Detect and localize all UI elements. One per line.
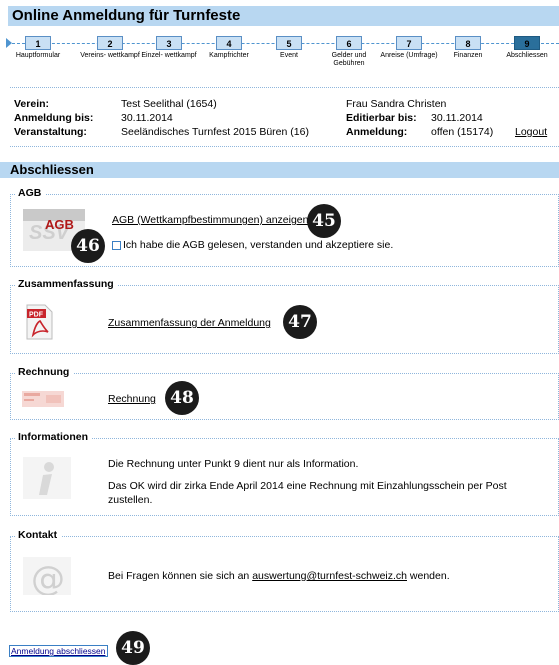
wizard-step-number: 4 <box>216 36 242 50</box>
verein-value: Test Seelithal (1654) <box>121 98 217 110</box>
agb-accept-checkbox[interactable] <box>112 241 121 250</box>
wizard-step-1[interactable]: 1 Hauptformular <box>8 36 68 60</box>
wizard-step-label: Abschliessen <box>506 52 548 59</box>
anmeldung-abschliessen-button[interactable]: Anmeldung abschliessen <box>9 645 108 657</box>
editierbar-label: Editierbar bis: <box>346 112 417 124</box>
wizard-step-label: Hauptformular <box>15 52 61 59</box>
info-line-3: zustellen. <box>108 494 153 506</box>
editierbar-value: 30.11.2014 <box>431 112 483 124</box>
page-title: Online Anmeldung für Turnfeste <box>8 6 559 26</box>
pdf-icon-text: PDF <box>29 312 44 319</box>
wizard-step-9[interactable]: 9 Abschliessen <box>497 36 557 60</box>
kontakt-email-link[interactable]: auswertung@turnfest-schweiz.ch <box>252 570 407 582</box>
callout-badge: 49 <box>116 631 150 665</box>
anmeldung-bis-value: 30.11.2014 <box>121 112 173 124</box>
verein-label: Verein: <box>14 98 50 110</box>
wizard-step-number: 1 <box>25 36 51 50</box>
rechnung-link[interactable]: Rechnung <box>108 393 156 405</box>
wizard-step-label: Kampfrichter <box>209 52 249 59</box>
wizard-step-label: Event <box>280 52 298 59</box>
agb-icon-text: AGB <box>45 217 74 232</box>
rechnung-group: Rechnung Rechnung <box>10 366 559 420</box>
wizard-step-7[interactable]: 7 Anreise (Umfrage) <box>379 36 439 60</box>
kontakt-text-before: Bei Fragen können sie sich an <box>108 570 250 582</box>
agb-accept-label: Ich habe die AGB gelesen, verstanden und… <box>123 239 394 251</box>
wizard-step-label: Gelder und Gebühren <box>331 52 367 67</box>
invoice-icon <box>22 391 64 407</box>
info-line-2: Das OK wird dir zirka Ende April 2014 ei… <box>108 480 507 492</box>
wizard-step-number: 6 <box>336 36 362 50</box>
wizard-step-4[interactable]: 4 Kampfrichter <box>199 36 259 60</box>
kontakt-group: Kontakt @ Bei Fragen können sie sich an … <box>10 529 559 612</box>
wizard-step-number: 8 <box>455 36 481 50</box>
wizard-step-number: 5 <box>276 36 302 50</box>
info-icon <box>23 457 71 499</box>
wizard-step-number: 7 <box>396 36 422 50</box>
wizard-step-8[interactable]: 8 Finanzen <box>438 36 498 60</box>
anmeldung-label: Anmeldung: <box>346 126 408 138</box>
veranstaltung-label: Veranstaltung: <box>14 126 87 138</box>
registration-info: Verein: Test Seelithal (1654) Anmeldung … <box>10 87 559 147</box>
wizard-step-3[interactable]: 3 Einzel- wettkampf <box>139 36 199 60</box>
wizard-step-5[interactable]: 5 Event <box>259 36 319 60</box>
callout-badge: 46 <box>71 229 105 263</box>
svg-text:@: @ <box>31 559 65 595</box>
callout-badge: 48 <box>165 381 199 415</box>
wizard-step-number: 9 <box>514 36 540 50</box>
callout-badge: 45 <box>307 204 341 238</box>
informationen-group: Informationen Die Rechnung unter Punkt 9… <box>10 431 559 516</box>
agb-link[interactable]: AGB (Wettkampfbestimmungen) anzeigen <box>112 214 308 226</box>
contact-name: Frau Sandra Christen <box>346 98 447 110</box>
logout-link[interactable]: Logout <box>515 126 547 138</box>
wizard-step-label: Anreise (Umfrage) <box>380 52 438 59</box>
wizard-step-label: Vereins- wettkampf <box>80 52 140 59</box>
anmeldung-bis-label: Anmeldung bis: <box>14 112 94 124</box>
wizard-step-6[interactable]: 6 Gelder und Gebühren <box>319 36 379 68</box>
info-line-1: Die Rechnung unter Punkt 9 dient nur als… <box>108 458 359 470</box>
wizard-step-label: Einzel- wettkampf <box>141 52 197 59</box>
wizard-step-number: 3 <box>156 36 182 50</box>
wizard-step-label: Finanzen <box>453 52 483 59</box>
at-sign-icon: @ <box>23 557 71 595</box>
zusammenfassung-link[interactable]: Zusammenfassung der Anmeldung <box>108 317 271 329</box>
section-title: Abschliessen <box>0 162 559 178</box>
callout-badge: 47 <box>283 305 317 339</box>
veranstaltung-value: Seeländisches Turnfest 2015 Büren (16) <box>121 126 309 138</box>
anmeldung-value: offen (15174) <box>431 126 494 138</box>
kontakt-text: Bei Fragen können sie sich an auswertung… <box>108 570 450 582</box>
wizard-step-number: 2 <box>97 36 123 50</box>
pdf-icon: PDF <box>26 304 53 340</box>
kontakt-text-after: wenden. <box>409 570 450 582</box>
wizard-step-2[interactable]: 2 Vereins- wettkampf <box>80 36 140 60</box>
